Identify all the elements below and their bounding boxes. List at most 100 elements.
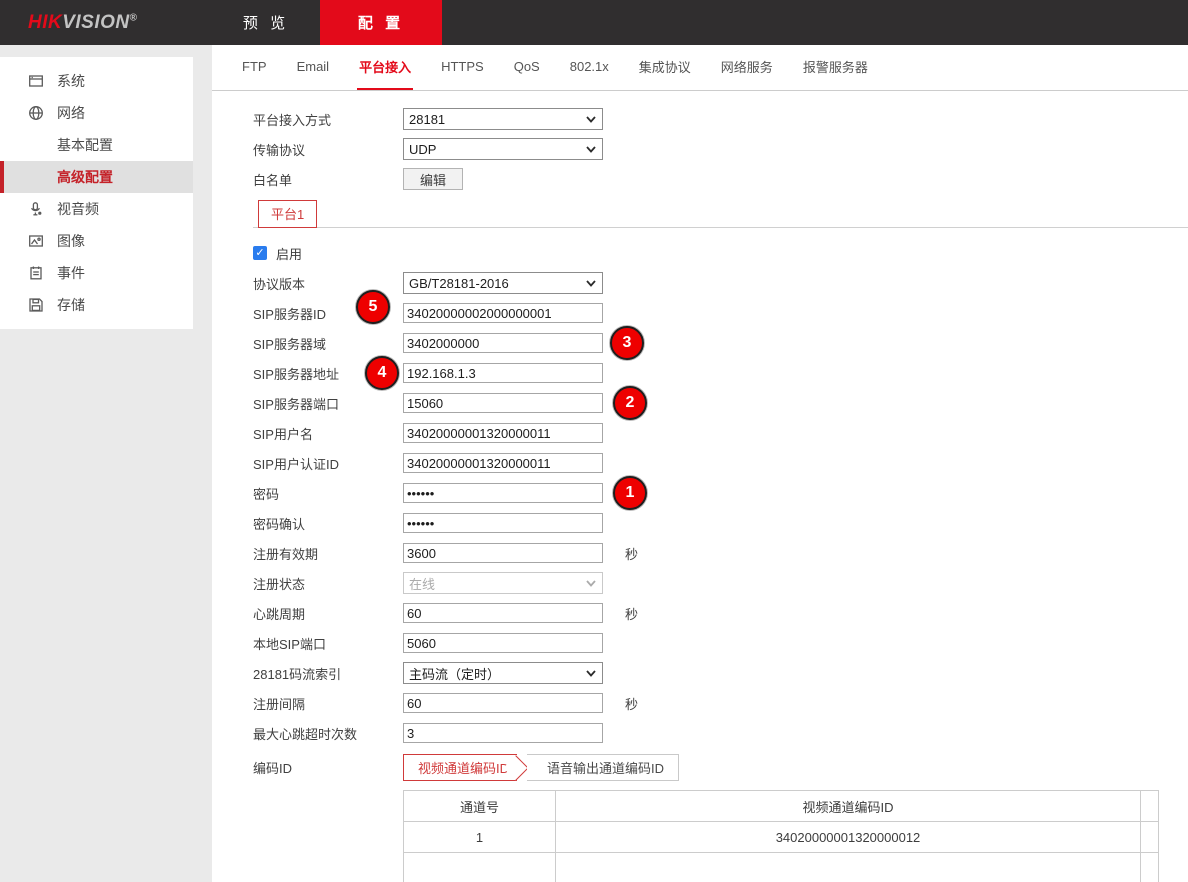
tab-https[interactable]: HTTPS (439, 45, 486, 90)
encode-id-tab-bar: 视频通道编码ID 语音输出通道编码ID (403, 754, 679, 781)
sip-server-id-input[interactable] (403, 303, 603, 323)
field-label: SIP服务器端口 (253, 394, 403, 413)
step-badge-1: 1 (613, 476, 647, 510)
heartbeat-input[interactable] (403, 603, 603, 623)
form-row-encode-id: 编码ID 视频通道编码ID 语音输出通道编码ID (253, 754, 1188, 781)
form-row-sip-auth-id: SIP用户认证ID (253, 448, 1188, 478)
table-row[interactable] (404, 853, 1159, 882)
tab-integration-protocol[interactable]: 集成协议 (637, 45, 693, 90)
sidebar-item-event[interactable]: 事件 (0, 257, 193, 289)
sidebar-item-network[interactable]: 网络 (0, 97, 193, 129)
logo-hik: HIK (28, 12, 62, 33)
field-label: 注册有效期 (253, 544, 403, 563)
field-label: 传输协议 (253, 140, 403, 159)
tab-preview[interactable]: 预 览 (212, 0, 320, 45)
form-row-protocol-version: 协议版本 GB/T28181-2016 (253, 268, 1188, 298)
sidebar-item-advanced-settings[interactable]: 高级配置 (0, 161, 193, 193)
page-body: 系统 网络 基本配置 高级配置 视音频 (0, 45, 1188, 882)
audio-video-icon (28, 201, 44, 217)
form-row-stream-index: 28181码流索引 主码流（定时） (253, 658, 1188, 688)
sidebar-item-basic-settings[interactable]: 基本配置 (0, 129, 193, 161)
form-row-whitelist: 白名单 编辑 (253, 164, 1188, 194)
cell-encode-id (556, 853, 1141, 882)
tab-audio-output-channel-encode-id[interactable]: 语音输出通道编码ID (527, 754, 679, 781)
sidebar-item-storage[interactable]: 存储 (0, 289, 193, 321)
form-row-local-sip-port: 本地SIP端口 (253, 628, 1188, 658)
sidebar-menu: 系统 网络 基本配置 高级配置 视音频 (0, 57, 193, 329)
field-label: 编码ID (253, 758, 403, 777)
step-badge-4: 4 (365, 356, 399, 390)
step-badge-2: 2 (613, 386, 647, 420)
sip-server-domain-input[interactable] (403, 333, 603, 353)
step-badge-3: 3 (610, 326, 644, 360)
sidebar-item-label: 事件 (57, 263, 85, 283)
tab-alarm-server[interactable]: 报警服务器 (801, 45, 870, 90)
field-label: 注册状态 (253, 574, 403, 593)
sip-server-address-input[interactable] (403, 363, 603, 383)
reg-validity-input[interactable] (403, 543, 603, 563)
form-row-reg-status: 注册状态 在线 (253, 568, 1188, 598)
field-label: SIP服务器域 (253, 334, 403, 353)
enable-checkbox[interactable]: ✓ (253, 246, 267, 260)
sidebar-item-image[interactable]: 图像 (0, 225, 193, 257)
tab-network-service[interactable]: 网络服务 (719, 45, 775, 90)
field-label: 密码 (253, 484, 403, 503)
chevron-down-icon (585, 113, 597, 128)
network-icon (28, 105, 44, 121)
column-header-channel: 通道号 (404, 791, 556, 822)
reg-interval-input[interactable] (403, 693, 603, 713)
sip-auth-id-input[interactable] (403, 453, 603, 473)
form-row-reg-validity: 注册有效期 秒 (253, 538, 1188, 568)
system-icon (28, 73, 44, 89)
tab-ftp[interactable]: FTP (240, 45, 269, 90)
enable-label: 启用 (276, 244, 302, 263)
field-label: 本地SIP端口 (253, 634, 403, 653)
access-mode-select[interactable]: 28181 (403, 108, 603, 130)
content-area: FTP Email 平台接入 HTTPS QoS 802.1x 集成协议 网络服… (212, 45, 1188, 882)
form-row-access-mode: 平台接入方式 28181 (253, 104, 1188, 134)
stream-index-select[interactable]: 主码流（定时） (403, 662, 603, 684)
column-header-encode-id: 视频通道编码ID (556, 791, 1141, 822)
tab-configuration[interactable]: 配 置 (320, 0, 442, 45)
cell-encode-id: 34020000001320000012 (556, 822, 1141, 853)
cell-channel-number: 1 (404, 822, 556, 853)
form-row-password: 密码 1 (253, 478, 1188, 508)
field-label: 协议版本 (253, 274, 403, 293)
platform1-tab[interactable]: 平台1 (258, 200, 317, 228)
field-label: 最大心跳超时次数 (253, 724, 403, 743)
whitelist-edit-button[interactable]: 编辑 (403, 168, 463, 190)
field-label: 28181码流索引 (253, 664, 403, 683)
sidebar-item-video-audio[interactable]: 视音频 (0, 193, 193, 225)
sidebar-item-label: 高级配置 (57, 167, 113, 187)
field-label: 平台接入方式 (253, 110, 403, 129)
max-heartbeat-timeout-input[interactable] (403, 723, 603, 743)
table-row[interactable]: 1 34020000001320000012 (404, 822, 1159, 853)
field-label: 心跳周期 (253, 604, 403, 623)
tab-8021x[interactable]: 802.1x (568, 45, 611, 90)
sidebar-item-label: 基本配置 (57, 135, 113, 155)
sidebar-item-label: 网络 (57, 103, 85, 123)
password-confirm-input[interactable] (403, 513, 603, 533)
unit-seconds: 秒 (625, 544, 638, 563)
cell-spacer (1141, 822, 1159, 853)
sip-server-port-input[interactable] (403, 393, 603, 413)
sidebar-item-system[interactable]: 系统 (0, 65, 193, 97)
field-label: 注册间隔 (253, 694, 403, 713)
password-input[interactable] (403, 483, 603, 503)
chevron-down-icon (585, 667, 597, 682)
sip-username-input[interactable] (403, 423, 603, 443)
select-value: GB/T28181-2016 (409, 276, 509, 291)
field-label: SIP用户名 (253, 424, 403, 443)
protocol-version-select[interactable]: GB/T28181-2016 (403, 272, 603, 294)
select-value: 28181 (409, 112, 445, 127)
logo-vision: VISION (62, 12, 129, 33)
tab-platform-access[interactable]: 平台接入 (357, 45, 413, 90)
transport-protocol-select[interactable]: UDP (403, 138, 603, 160)
tab-video-channel-encode-id[interactable]: 视频通道编码ID (403, 754, 517, 781)
tab-email[interactable]: Email (295, 45, 332, 90)
reg-status-select: 在线 (403, 572, 603, 594)
local-sip-port-input[interactable] (403, 633, 603, 653)
chevron-down-icon (585, 277, 597, 292)
tab-qos[interactable]: QoS (512, 45, 542, 90)
top-bar: HIKVISION® 预 览 配 置 (0, 0, 1188, 45)
